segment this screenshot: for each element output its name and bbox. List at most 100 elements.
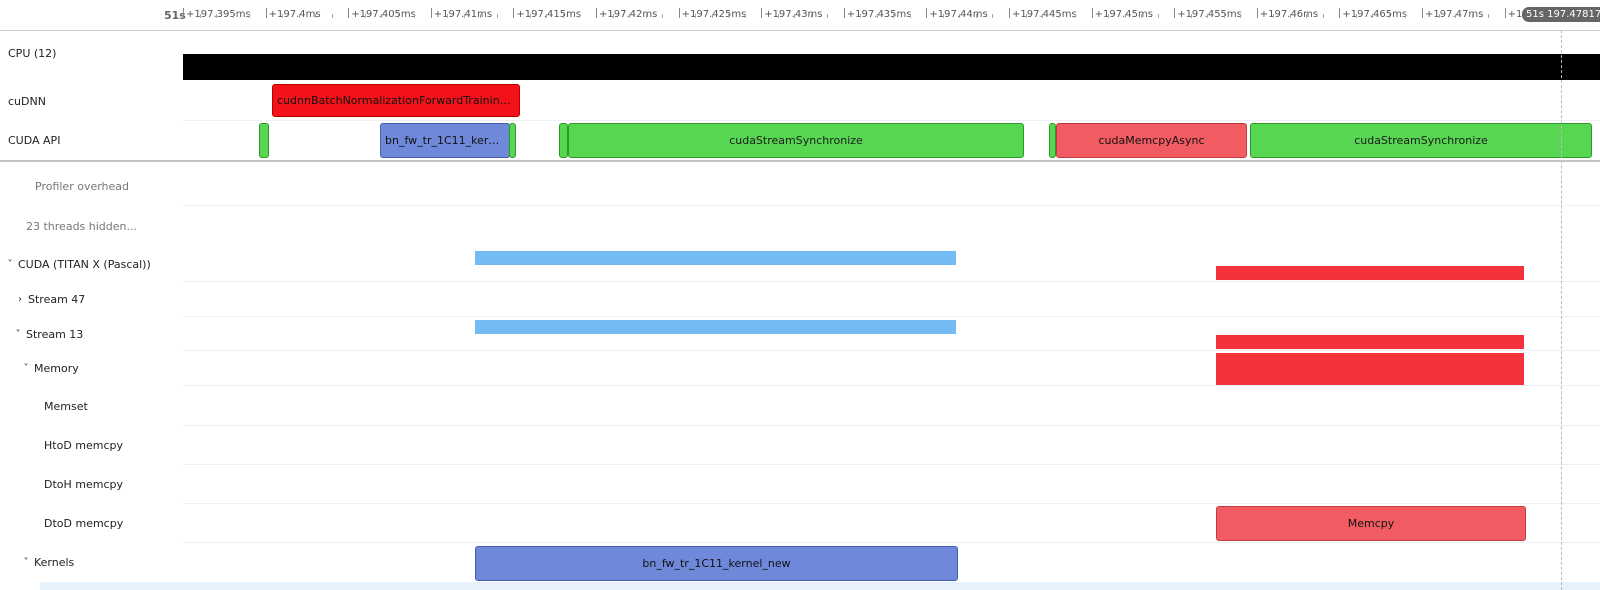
ruler-tick-label: +197.465ms [1342, 9, 1408, 20]
ruler-tick-label: +197.405ms [351, 9, 416, 20]
pane-divider[interactable] [0, 160, 1600, 162]
ruler-major-tick [761, 8, 763, 18]
ruler-minor-tick [562, 14, 564, 18]
cpu-activity-bar[interactable] [183, 54, 1600, 80]
cudnn-batchnorm-label: cudnnBatchNormalizationForwardTraining [… [277, 94, 519, 107]
ruler-tick-label: +197.415ms [516, 9, 582, 20]
api-sync-bar[interactable]: cudaStreamSynchronize [1250, 123, 1592, 158]
dtod-memcpy-label: Memcpy [1347, 517, 1395, 530]
ruler-minor-tick [529, 14, 531, 18]
row-stream-47[interactable]: › Stream 47 [0, 282, 1600, 317]
ruler-minor-tick [249, 14, 251, 18]
api-memcpy-label: cudaMemcpyAsync [1098, 134, 1205, 147]
chevron-down-icon[interactable]: ˅ [20, 363, 32, 374]
ruler-minor-tick [612, 14, 614, 18]
ruler-major-tick [1256, 8, 1258, 18]
ruler-tick-label: +197.455ms [1177, 9, 1242, 20]
api-kernel-label: bn_fw_tr_1C11_kerne... [385, 134, 509, 147]
dtod-memcpy-bar[interactable]: Memcpy [1216, 506, 1526, 541]
memory-memcpy-summary-bar[interactable] [1216, 353, 1524, 385]
stream-memcpy-summary-bar[interactable] [1216, 335, 1524, 349]
row-dtod-memcpy[interactable]: DtoD memcpy Memcpy [0, 504, 1600, 543]
api-kernel-bar[interactable]: bn_fw_tr_1C11_kerne... [380, 123, 510, 158]
ruler-minor-tick [695, 14, 697, 18]
ruler-minor-tick [827, 14, 829, 18]
cuda-device-label: CUDA (TITAN X (Pascal)) [18, 257, 151, 271]
ruler-minor-tick [282, 14, 284, 18]
row-cuda-api[interactable]: CUDA API bn_fw_tr_1C11_kerne... cudaStre… [0, 121, 1600, 160]
row-kernels[interactable]: ˅ Kernels bn_fw_tr_1C11_kernel_new [0, 543, 1600, 582]
row-dtoh-memcpy[interactable]: DtoH memcpy [0, 465, 1600, 504]
device-kernel-summary-bar[interactable] [475, 251, 956, 265]
ruler-minor-tick [959, 14, 961, 18]
ruler-minor-tick [893, 14, 895, 18]
row-label-stream-13: ˅ Stream 13 [12, 317, 84, 351]
ruler-major-tick [513, 8, 515, 18]
ruler-minor-tick [1141, 14, 1143, 18]
ruler-minor-tick [1471, 14, 1473, 18]
row-stream-13[interactable]: ˅ Stream 13 [0, 317, 1600, 351]
ruler-major-tick [843, 8, 845, 18]
timeline-view: 51s +197.395ms+197.4ms+197.405ms+197.41m… [0, 0, 1600, 590]
ruler-minor-tick [1025, 14, 1027, 18]
chevron-down-icon[interactable]: ˅ [12, 329, 24, 340]
ruler-minor-tick [860, 14, 862, 18]
row-label-profiler-overhead: Profiler overhead [35, 180, 130, 193]
ruler-minor-tick [728, 14, 730, 18]
row-memory[interactable]: ˅ Memory [0, 351, 1600, 386]
ruler-tick-label: +197.445ms [1012, 9, 1077, 20]
api-sync-label: cudaStreamSynchronize [1354, 134, 1488, 147]
api-launch-bar[interactable] [259, 123, 269, 158]
device-memcpy-summary-bar[interactable] [1216, 266, 1524, 280]
api-memcpy-bar[interactable]: cudaMemcpyAsync [1056, 123, 1247, 158]
chevron-down-icon[interactable]: ˅ [4, 259, 16, 270]
row-label-cudnn: cuDNN [8, 94, 46, 108]
stream-kernel-summary-bar[interactable] [475, 320, 956, 334]
ruler-minor-tick [1355, 14, 1357, 18]
row-cpu[interactable]: CPU (12) [0, 30, 1600, 80]
ruler-major-tick [1422, 8, 1423, 18]
ruler-minor-tick [1488, 14, 1490, 18]
ruler-minor-tick [1273, 14, 1275, 18]
row-label-dtoh: DtoH memcpy [44, 478, 124, 491]
ruler-major-tick [678, 8, 680, 18]
ruler-minor-tick [1042, 14, 1044, 18]
ruler-major-tick [265, 8, 267, 18]
time-ruler[interactable]: 51s +197.395ms+197.4ms+197.405ms+197.41m… [0, 0, 1600, 31]
row-label-threads-hidden: 23 threads hidden... [26, 219, 137, 233]
chevron-right-icon[interactable]: › [14, 294, 26, 305]
api-small-bar[interactable] [559, 123, 568, 158]
ruler-tick-label: +197.395ms [186, 9, 251, 20]
ruler-major-tick [430, 8, 432, 18]
api-small-bar[interactable] [1049, 123, 1056, 158]
ruler-minor-tick [331, 14, 333, 18]
memory-label: Memory [34, 362, 79, 375]
ruler-minor-tick [645, 14, 647, 18]
row-label-stream-47: › Stream 47 [14, 282, 85, 317]
row-htod-memcpy[interactable]: HtoD memcpy [0, 426, 1600, 465]
api-sync-bar[interactable]: cudaStreamSynchronize [568, 123, 1024, 158]
ruler-major-tick [348, 8, 350, 18]
api-sync-label: cudaStreamSynchronize [729, 134, 863, 147]
row-cudnn[interactable]: cuDNN cudnnBatchNormalizationForwardTrai… [0, 81, 1600, 121]
row-memset[interactable]: Memset [0, 386, 1600, 426]
ruler-minor-tick [447, 14, 449, 18]
ruler-major-tick [1091, 8, 1093, 18]
row-cuda-device[interactable]: ˅ CUDA (TITAN X (Pascal)) [0, 246, 1600, 282]
ruler-minor-tick [1455, 14, 1457, 18]
ruler-minor-tick [496, 14, 498, 18]
ruler-minor-tick [1322, 14, 1324, 18]
ruler-minor-tick [1190, 14, 1192, 18]
ruler-minor-tick [1058, 14, 1060, 18]
row-profiler-overhead[interactable]: Profiler overhead [0, 167, 1600, 206]
chevron-down-icon[interactable]: ˅ [20, 557, 32, 568]
ruler-minor-tick [1240, 14, 1242, 18]
kernel-bar[interactable]: bn_fw_tr_1C11_kernel_new [475, 546, 958, 581]
api-small-bar[interactable] [509, 123, 516, 158]
row-threads-hidden[interactable]: 23 threads hidden... [0, 206, 1600, 246]
ruler-major-tick [926, 8, 928, 18]
cursor-line [1561, 30, 1562, 590]
ruler-minor-tick [909, 14, 911, 18]
cudnn-batchnorm-bar[interactable]: cudnnBatchNormalizationForwardTraining [… [272, 84, 520, 117]
kernel-bar-label: bn_fw_tr_1C11_kernel_new [642, 557, 791, 570]
